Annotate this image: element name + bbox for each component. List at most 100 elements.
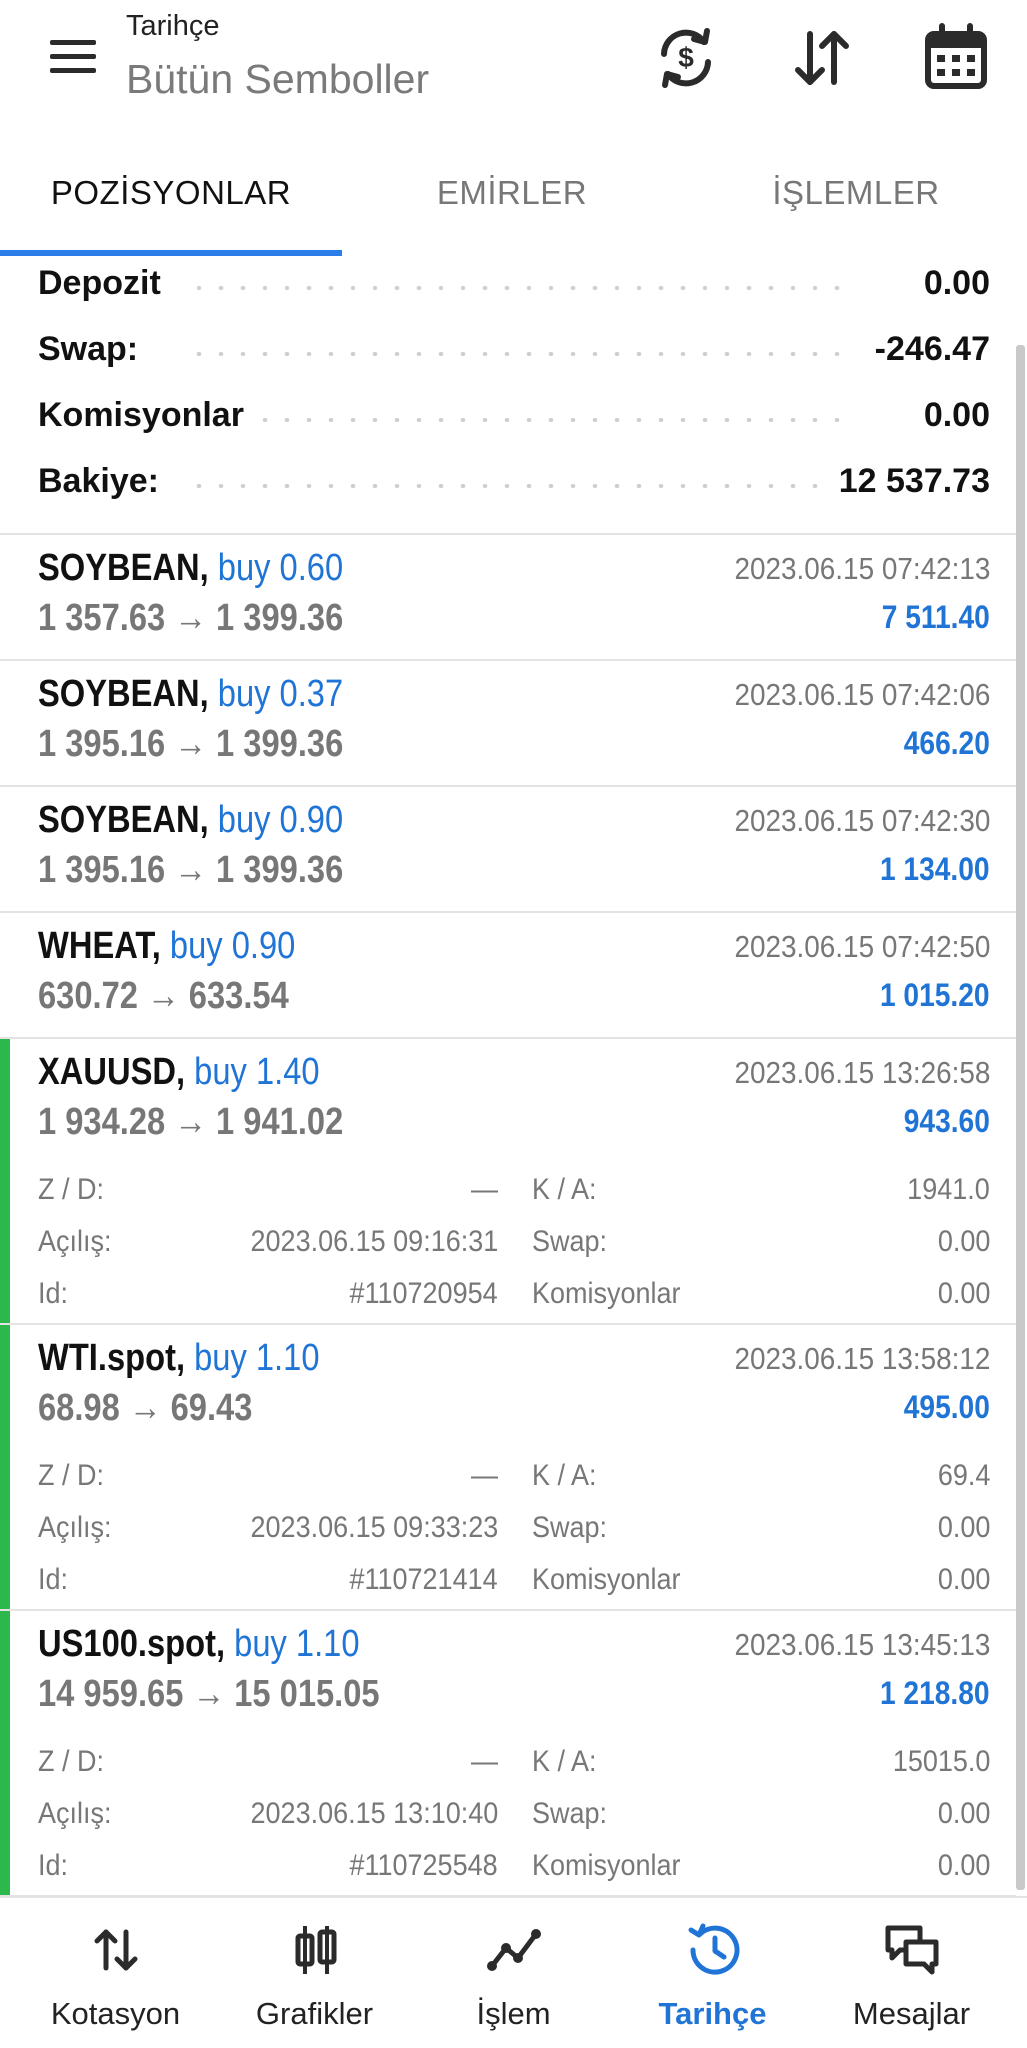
position-row[interactable]: SOYBEAN, buy 0.60 1 357.63 → 1 399.36 2023… [0,535,1016,659]
nav-charts[interactable]: Grafikler [212,1898,417,2048]
nav-label: İşlem [476,1996,551,2031]
symbol-name: US100.spot, [38,1623,226,1665]
nav-history[interactable]: Tarihçe [610,1898,815,2048]
leader-dots [188,352,850,356]
detail-label: Id: [38,1563,69,1596]
tab-deals[interactable]: İŞLEMLER [748,174,964,234]
position-row[interactable]: SOYBEAN, buy 0.37 1 395.16 → 1 399.36 2023… [0,661,1016,785]
quotes-icon [86,1920,146,1980]
position-time: 2023.06.15 13:26:58 [734,1055,990,1090]
detail-label: Komisyonlar [532,1563,681,1596]
detail-label: Swap: [532,1225,608,1258]
detail-label: Açılış: [38,1511,112,1544]
summary-value: -246.47 [860,330,990,369]
detail-value: 2023.06.15 13:10:40 [250,1797,498,1830]
menu-icon[interactable] [44,34,104,84]
leader-dots [188,418,850,422]
nav-messages[interactable]: Mesajlar [809,1898,1014,2048]
detail-value: 15015.0 [892,1745,990,1778]
symbol-name: WHEAT, [38,925,161,967]
position-time: 2023.06.15 07:42:30 [734,803,990,838]
symbol-name: XAUUSD, [38,1051,186,1093]
position-symbol: XAUUSD, buy 1.40 [38,1051,320,1094]
summary-label: Komisyonlar [38,396,258,435]
position-prices: 1 395.16 → 1 399.36 [38,849,344,891]
position-prices: 1 395.16 → 1 399.36 [38,723,344,765]
scrollbar[interactable] [1016,345,1025,1890]
detail-value: — [471,1459,498,1492]
nav-quotes[interactable]: Kotasyon [13,1898,218,2048]
tab-bar: POZİSYONLAR EMİRLER İŞLEMLER [0,160,1027,256]
detail-label: K / A: [532,1459,597,1492]
detail-value: 0.00 [937,1849,990,1882]
expanded-marker [0,1039,10,1323]
symbol-name: SOYBEAN, [38,673,209,715]
calendar-icon[interactable] [920,22,992,94]
summary-row-commissions: Komisyonlar 0.00 [38,390,990,440]
position-symbol: US100.spot, buy 1.10 [38,1623,360,1666]
position-row[interactable]: XAUUSD, buy 1.40 1 934.28 → 1 941.02 2023.… [0,1039,1016,1323]
symbol-filter[interactable]: Bütün Semboller [126,56,429,103]
position-row[interactable]: WTI.spot, buy 1.10 68.98 → 69.43 2023.06.1… [0,1325,1016,1609]
trade-icon [484,1920,544,1980]
position-symbol: WTI.spot, buy 1.10 [38,1337,320,1380]
position-side-volume: buy 1.10 [234,1623,360,1665]
summary-row-deposit: Depozit 0.00 [38,258,990,308]
summary-value: 0.00 [909,264,990,303]
detail-value: 0.00 [937,1797,990,1830]
detail-value: #110721414 [349,1563,498,1596]
nav-trade[interactable]: İşlem [411,1898,616,2048]
expanded-marker [0,1325,10,1609]
app-header: Tarihçe Bütün Semboller $ [0,0,1027,130]
position-profit: 466.20 [903,725,990,761]
leader-dots [188,484,850,488]
detail-label: Komisyonlar [532,1849,681,1882]
position-side-volume: buy 1.10 [194,1337,320,1379]
leader-dots [188,286,850,290]
detail-value: 0.00 [937,1225,990,1258]
detail-label: K / A: [532,1745,597,1778]
currency-sync-icon[interactable]: $ [650,22,722,94]
position-prices: 630.72 → 633.54 [38,975,289,1017]
tab-orders[interactable]: EMİRLER [412,174,612,234]
position-row[interactable]: US100.spot, buy 1.10 14 959.65 → 15 015.0… [0,1611,1016,1895]
detail-value: 2023.06.15 09:16:31 [250,1225,498,1258]
svg-text:$: $ [678,42,694,73]
position-side-volume: buy 0.90 [169,925,296,967]
detail-value: 1941.0 [907,1173,990,1206]
detail-label: Id: [38,1277,69,1310]
position-profit: 1 134.00 [880,851,990,887]
detail-label: Swap: [532,1797,608,1830]
summary-value: 0.00 [909,396,990,435]
detail-value: 0.00 [937,1563,990,1596]
position-prices: 1 357.63 → 1 399.36 [38,597,344,639]
symbol-name: SOYBEAN, [38,799,209,841]
position-row[interactable]: WHEAT, buy 0.90 630.72 → 633.54 2023.06.15… [0,913,1016,1037]
detail-label: Açılış: [38,1797,112,1830]
tab-positions[interactable]: POZİSYONLAR [40,174,302,234]
position-side-volume: buy 1.40 [194,1051,320,1093]
history-icon [683,1920,743,1980]
position-row[interactable]: SOYBEAN, buy 0.90 1 395.16 → 1 399.36 2023… [0,787,1016,911]
detail-label: Açılış: [38,1225,112,1258]
detail-value: — [471,1745,498,1778]
summary-label: Bakiye: [38,462,173,501]
detail-value: 0.00 [937,1277,990,1310]
symbol-name: WTI.spot, [38,1337,186,1379]
detail-value: #110720954 [349,1277,498,1310]
position-symbol: SOYBEAN, buy 0.60 [38,547,343,590]
charts-icon [285,1920,345,1980]
position-prices: 1 934.28 → 1 941.02 [38,1101,344,1143]
position-prices: 68.98 → 69.43 [38,1387,253,1429]
sort-icon[interactable] [786,22,858,94]
summary-label: Swap: [38,330,153,369]
position-side-volume: buy 0.90 [217,799,344,841]
active-tab-indicator [0,250,342,256]
nav-label: Mesajlar [852,1996,971,2031]
position-time: 2023.06.15 07:42:13 [734,551,990,586]
detail-label: K / A: [532,1173,597,1206]
detail-label: Z / D: [38,1745,105,1778]
position-time: 2023.06.15 13:45:13 [734,1627,990,1662]
position-symbol: SOYBEAN, buy 0.90 [38,799,343,842]
position-time: 2023.06.15 07:42:06 [734,677,990,712]
